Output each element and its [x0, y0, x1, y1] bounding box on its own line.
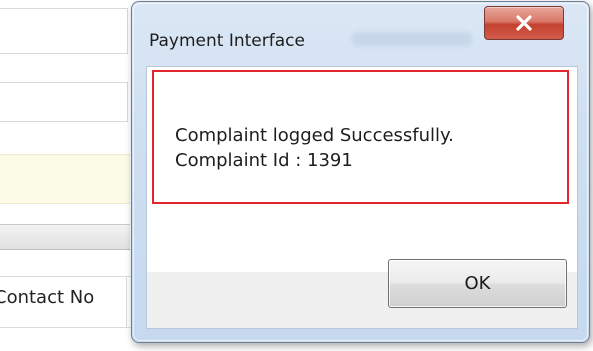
- complaint-id-message: Complaint Id : 1391: [175, 150, 353, 171]
- background-divider: [126, 276, 127, 328]
- close-button[interactable]: [484, 6, 564, 40]
- background-input-field[interactable]: [0, 82, 128, 122]
- contact-no-label: Contact No: [0, 287, 95, 308]
- title-smudge: [352, 32, 472, 46]
- background-highlight-row: [0, 154, 130, 204]
- dialog-title: Payment Interface: [149, 31, 305, 51]
- success-message: Complaint logged Successfully.: [175, 125, 454, 146]
- background-input-field[interactable]: [0, 8, 128, 54]
- close-icon: [516, 15, 532, 31]
- ok-button[interactable]: OK: [388, 259, 567, 308]
- dialog-titlebar[interactable]: Payment Interface: [132, 2, 589, 62]
- payment-interface-dialog: Payment Interface Complaint logged Succe…: [131, 1, 590, 343]
- background-grid-header: [0, 224, 130, 250]
